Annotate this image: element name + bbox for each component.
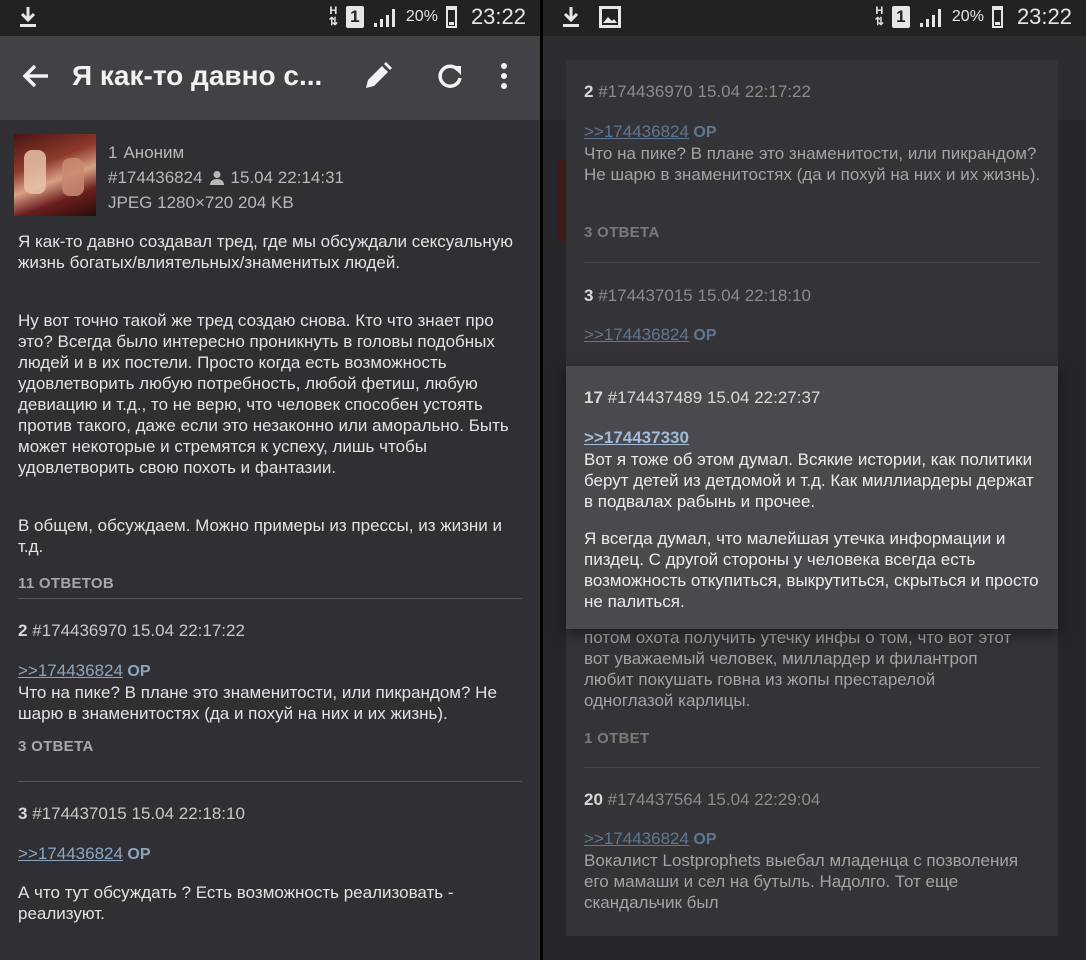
answers-count-button[interactable]: 1 ОТВЕТ	[584, 730, 649, 747]
network-type-icon: H ⇅	[874, 5, 884, 28]
post-datetime: 15.04 22:29:04	[706, 790, 821, 809]
post-datetime: 15.04 22:27:37	[706, 388, 821, 407]
network-type-icon: H ⇅	[328, 5, 338, 28]
divider	[584, 767, 1040, 768]
download-icon	[563, 7, 579, 27]
pencil-icon[interactable]	[362, 60, 394, 92]
answers-count-button[interactable]: 11 ОТВЕТОВ	[18, 575, 114, 592]
divider	[584, 262, 1040, 263]
post-datetime: 15.04 22:14:31	[230, 168, 344, 187]
post-paragraph: Я всегда думал, что малейшая утечка инфо…	[584, 529, 1039, 611]
reply-post: 2 #174436970 15.04 22:17:22 >>174436824 …	[0, 599, 540, 781]
op-post: 1 Аноним #174436824 15.04 22:14:31 JPEG 1…	[0, 120, 540, 598]
reply-popup[interactable]: 17 #174437489 15.04 22:27:37 >>174437330…	[566, 366, 1058, 629]
signal-icon	[919, 9, 941, 27]
op-tag: OP	[693, 831, 717, 848]
post-header: 2 #174436970 15.04 22:17:22	[584, 82, 811, 102]
post-number: 3	[584, 286, 594, 305]
thread-screen-with-popup: H ⇅ 1 20% 23:22 2 #174436970 15.04 22:17:…	[543, 0, 1086, 960]
answers-count-button[interactable]: 3 ОТВЕТА	[584, 224, 660, 241]
battery-percent: 20%	[951, 8, 984, 25]
post-paragraph: Я как-то давно создавал тред, где мы обс…	[18, 232, 513, 272]
post-header: 2 #174436970 15.04 22:17:22	[18, 621, 245, 641]
post-number: 3	[18, 804, 28, 823]
post-text: Что на пике? В плане это знаменитости, и…	[584, 144, 1041, 184]
op-tag: OP	[693, 124, 717, 141]
post-id: #174437564	[607, 790, 703, 809]
post-author: Аноним	[123, 143, 185, 162]
post-datetime: 15.04 22:17:22	[131, 621, 245, 640]
signal-icon	[373, 9, 395, 27]
reply-link[interactable]: >>174436824	[584, 325, 689, 344]
battery-percent: 20%	[405, 8, 438, 25]
post-id: #174437015	[32, 804, 127, 823]
op-tag: OP	[127, 846, 151, 863]
post-header: 1 Аноним #174436824 15.04 22:14:31 JPEG 1…	[108, 140, 344, 215]
post-id: #174437489	[607, 388, 703, 407]
app-toolbar: Я как-то давно с...	[0, 36, 540, 120]
post-image-thumbnail[interactable]	[14, 134, 96, 216]
thread-screen: H ⇅ 1 20% 23:22 Я как-то давно с... 1 Анон…	[0, 0, 540, 960]
file-info[interactable]: JPEG 1280×720 204 KB	[108, 190, 294, 215]
reply-link[interactable]: >>174436824	[584, 122, 689, 141]
post-number: 17	[584, 388, 603, 407]
post-paragraph: Вот я тоже об этом думал. Всякие истории…	[584, 450, 1034, 511]
post-text: Вокалист Lostprophets выебал младенца с …	[584, 851, 1019, 912]
post-id: #174436970	[32, 621, 127, 640]
post-id: #174437015	[598, 286, 693, 305]
op-tag: OP	[693, 327, 717, 344]
post-text: А что тут обсуждать ? Есть возможность р…	[18, 883, 454, 923]
battery-icon	[991, 6, 1003, 28]
post-datetime: 15.04 22:18:10	[131, 804, 245, 823]
post-datetime: 15.04 22:18:10	[697, 286, 811, 305]
battery-icon	[445, 6, 457, 28]
clock: 23:22	[470, 4, 526, 29]
post-text: Что на пике? В плане это знаменитости, и…	[18, 683, 497, 723]
post-header: 20 #174437564 15.04 22:29:04	[584, 790, 820, 810]
download-icon	[20, 7, 36, 27]
reply-link[interactable]: >>174436824	[584, 829, 689, 848]
sim-icon: 1	[345, 6, 364, 28]
post-number: 2	[18, 621, 28, 640]
post-header: 17 #174437489 15.04 22:27:37	[584, 388, 820, 408]
reply-post: 3 #174437015 15.04 22:18:10 >>174436824 …	[0, 782, 540, 960]
post-paragraph: Ну вот точно такой же тред создаю снова.…	[18, 311, 509, 477]
post-text: потом охота получить утечку инфы о том, …	[584, 628, 1012, 710]
post-number: 20	[584, 790, 603, 809]
post-number: 1	[108, 143, 118, 162]
refresh-icon[interactable]	[436, 62, 464, 90]
reply-link[interactable]: >>174436824	[18, 661, 123, 680]
thread-posts: 1 Аноним #174436824 15.04 22:14:31 JPEG 1…	[0, 120, 540, 960]
thread-title: Я как-то давно с...	[72, 60, 323, 91]
sim-icon: 1	[891, 6, 910, 28]
op-tag: OP	[127, 663, 151, 680]
person-icon	[209, 170, 224, 185]
back-arrow-icon[interactable]	[22, 62, 50, 90]
post-header: 3 #174437015 15.04 22:18:10	[584, 286, 811, 306]
status-bar: H ⇅ 1 20% 23:22	[543, 0, 1086, 36]
post-id: #174436970	[598, 82, 693, 101]
reply-link[interactable]: >>174437330	[584, 428, 689, 447]
answers-count-button[interactable]: 3 ОТВЕТА	[18, 738, 94, 755]
post-datetime: 15.04 22:17:22	[697, 82, 811, 101]
post-number: 2	[584, 82, 594, 101]
reply-link[interactable]: >>174436824	[18, 844, 123, 863]
image-icon	[599, 6, 621, 28]
post-id: #174436824	[108, 168, 203, 187]
post-header: 3 #174437015 15.04 22:18:10	[18, 804, 245, 824]
clock: 23:22	[1016, 4, 1072, 29]
status-bar: H ⇅ 1 20% 23:22	[0, 0, 540, 36]
post-paragraph: В общем, обсуждаем. Можно примеры из пре…	[18, 516, 502, 556]
more-vert-icon[interactable]	[492, 62, 516, 90]
